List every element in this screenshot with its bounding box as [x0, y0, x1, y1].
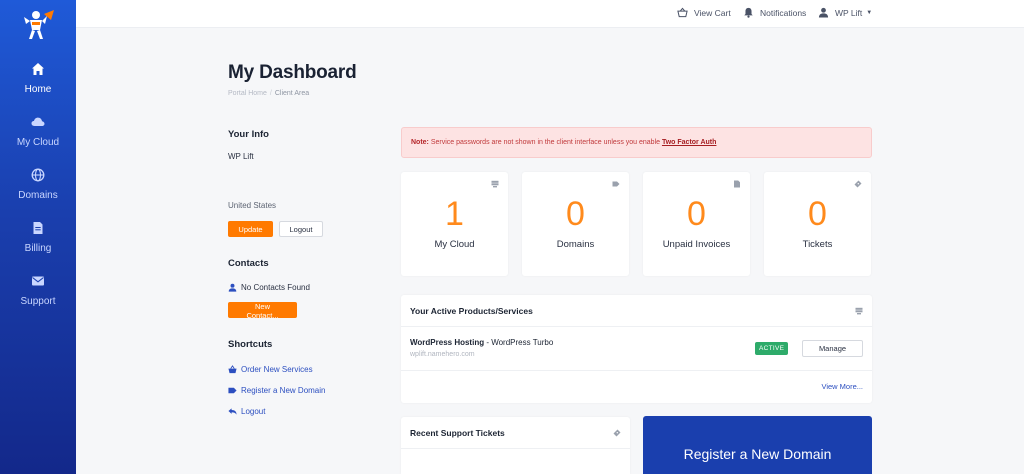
ticket-icon — [613, 429, 621, 437]
notifications-label: Notifications — [760, 7, 807, 18]
bell-icon — [744, 7, 753, 18]
sidebar-item-billing[interactable]: Billing — [0, 221, 76, 269]
product-domain: wplift.namehero.com — [410, 351, 475, 358]
product-title: WordPress Hosting — [410, 338, 485, 347]
stat-card-tickets[interactable]: 0 Tickets — [764, 172, 871, 276]
page-title: My Dashboard — [228, 62, 357, 83]
user-icon — [228, 283, 237, 292]
status-badge: ACTIVE — [755, 342, 789, 355]
user-name: WP Lift — [835, 7, 863, 18]
alert-text: Service passwords are not shown in the c… — [428, 139, 662, 146]
home-icon — [32, 63, 44, 75]
register-domain-label: Register a New Domain — [683, 446, 832, 462]
top-bar: View Cart Notifications WP Lift ▼ — [76, 0, 1024, 28]
envelope-icon — [32, 276, 44, 286]
sidebar-item-label: Support — [20, 296, 56, 307]
document-icon — [734, 180, 740, 188]
breadcrumb-separator: / — [269, 90, 272, 97]
divider — [401, 370, 872, 371]
stat-card-my-cloud[interactable]: 1 My Cloud — [401, 172, 508, 276]
product-plan: - WordPress Turbo — [484, 338, 554, 347]
shortcuts-title: Shortcuts — [228, 339, 273, 350]
sidebar-item-domains[interactable]: Domains — [0, 168, 76, 216]
document-icon — [33, 222, 43, 234]
sidebar-item-label: My Cloud — [16, 137, 60, 148]
your-info-name: WP Lift — [228, 152, 254, 161]
view-cart-label: View Cart — [694, 7, 731, 18]
sidebar-item-label: Home — [24, 84, 52, 95]
user-menu[interactable]: WP Lift ▼ — [818, 7, 872, 18]
logo-icon[interactable] — [20, 8, 56, 42]
server-icon — [491, 180, 499, 188]
notifications-link[interactable]: Notifications — [743, 7, 806, 18]
new-contact-button[interactable]: New Contact... — [228, 302, 297, 320]
sidebar-item-label: Billing — [24, 243, 52, 254]
view-more-link[interactable]: View More... — [821, 382, 863, 391]
shortcut-logout[interactable]: Logout — [241, 407, 265, 416]
breadcrumb: Portal Home / Client Area — [228, 90, 309, 97]
stat-label: Unpaid Invoices — [662, 239, 731, 250]
panel-title: Your Active Products/Services — [410, 306, 533, 316]
view-cart-link[interactable]: View Cart — [677, 7, 731, 18]
breadcrumb-current: Client Area — [274, 90, 310, 97]
stat-label: Domains — [556, 239, 595, 250]
back-arrow-icon — [228, 408, 237, 415]
stat-value: 0 — [687, 195, 706, 233]
tag-icon — [612, 181, 620, 187]
stat-card-domains[interactable]: 0 Domains — [522, 172, 629, 276]
two-factor-auth-link[interactable]: Two Factor Auth — [662, 139, 716, 146]
recent-tickets-panel: Recent Support Tickets — [401, 417, 630, 474]
stat-value: 1 — [445, 195, 464, 233]
logout-button[interactable]: Logout — [279, 221, 323, 237]
stat-label: My Cloud — [434, 239, 475, 250]
shortcut-order-new-services[interactable]: Order New Services — [241, 365, 313, 374]
sidebar-item-support[interactable]: Support — [0, 274, 76, 322]
your-info-country: United States — [228, 201, 277, 210]
stat-card-unpaid-invoices[interactable]: 0 Unpaid Invoices — [643, 172, 750, 276]
sidebar-item-home[interactable]: Home — [0, 62, 76, 110]
product-name: WordPress Hosting - WordPress Turbo — [410, 338, 553, 347]
stat-label: Tickets — [802, 239, 833, 250]
basket-icon — [677, 7, 688, 18]
ticket-icon — [854, 180, 862, 188]
panel-title: Recent Support Tickets — [410, 428, 505, 438]
sidebar: Home My Cloud Domains Billing Support — [0, 0, 76, 474]
sidebar-item-my-cloud[interactable]: My Cloud — [0, 115, 76, 163]
tag-icon — [228, 387, 237, 394]
user-icon — [818, 7, 829, 18]
security-alert: Note: Service passwords are not shown in… — [401, 127, 872, 158]
globe-icon — [31, 168, 45, 182]
sidebar-item-label: Domains — [18, 190, 58, 201]
manage-button[interactable]: Manage — [802, 340, 863, 357]
server-icon — [855, 307, 863, 315]
stat-value: 0 — [808, 195, 827, 233]
panel-header: Your Active Products/Services — [401, 295, 872, 327]
no-contacts-text: No Contacts Found — [241, 283, 310, 292]
shortcut-register-domain[interactable]: Register a New Domain — [241, 386, 325, 395]
alert-prefix: Note: — [411, 139, 429, 146]
contacts-title: Contacts — [228, 258, 269, 269]
active-products-panel: Your Active Products/Services WordPress … — [401, 295, 872, 403]
caret-down-icon: ▼ — [866, 9, 873, 16]
cloud-icon — [31, 117, 45, 126]
stat-value: 0 — [566, 195, 585, 233]
your-info-title: Your Info — [228, 129, 269, 140]
panel-header: Recent Support Tickets — [401, 417, 630, 449]
basket-icon — [228, 365, 237, 374]
breadcrumb-portal-home[interactable]: Portal Home — [228, 90, 267, 97]
update-button[interactable]: Update — [228, 221, 273, 237]
register-domain-card[interactable]: Register a New Domain — [643, 416, 872, 474]
